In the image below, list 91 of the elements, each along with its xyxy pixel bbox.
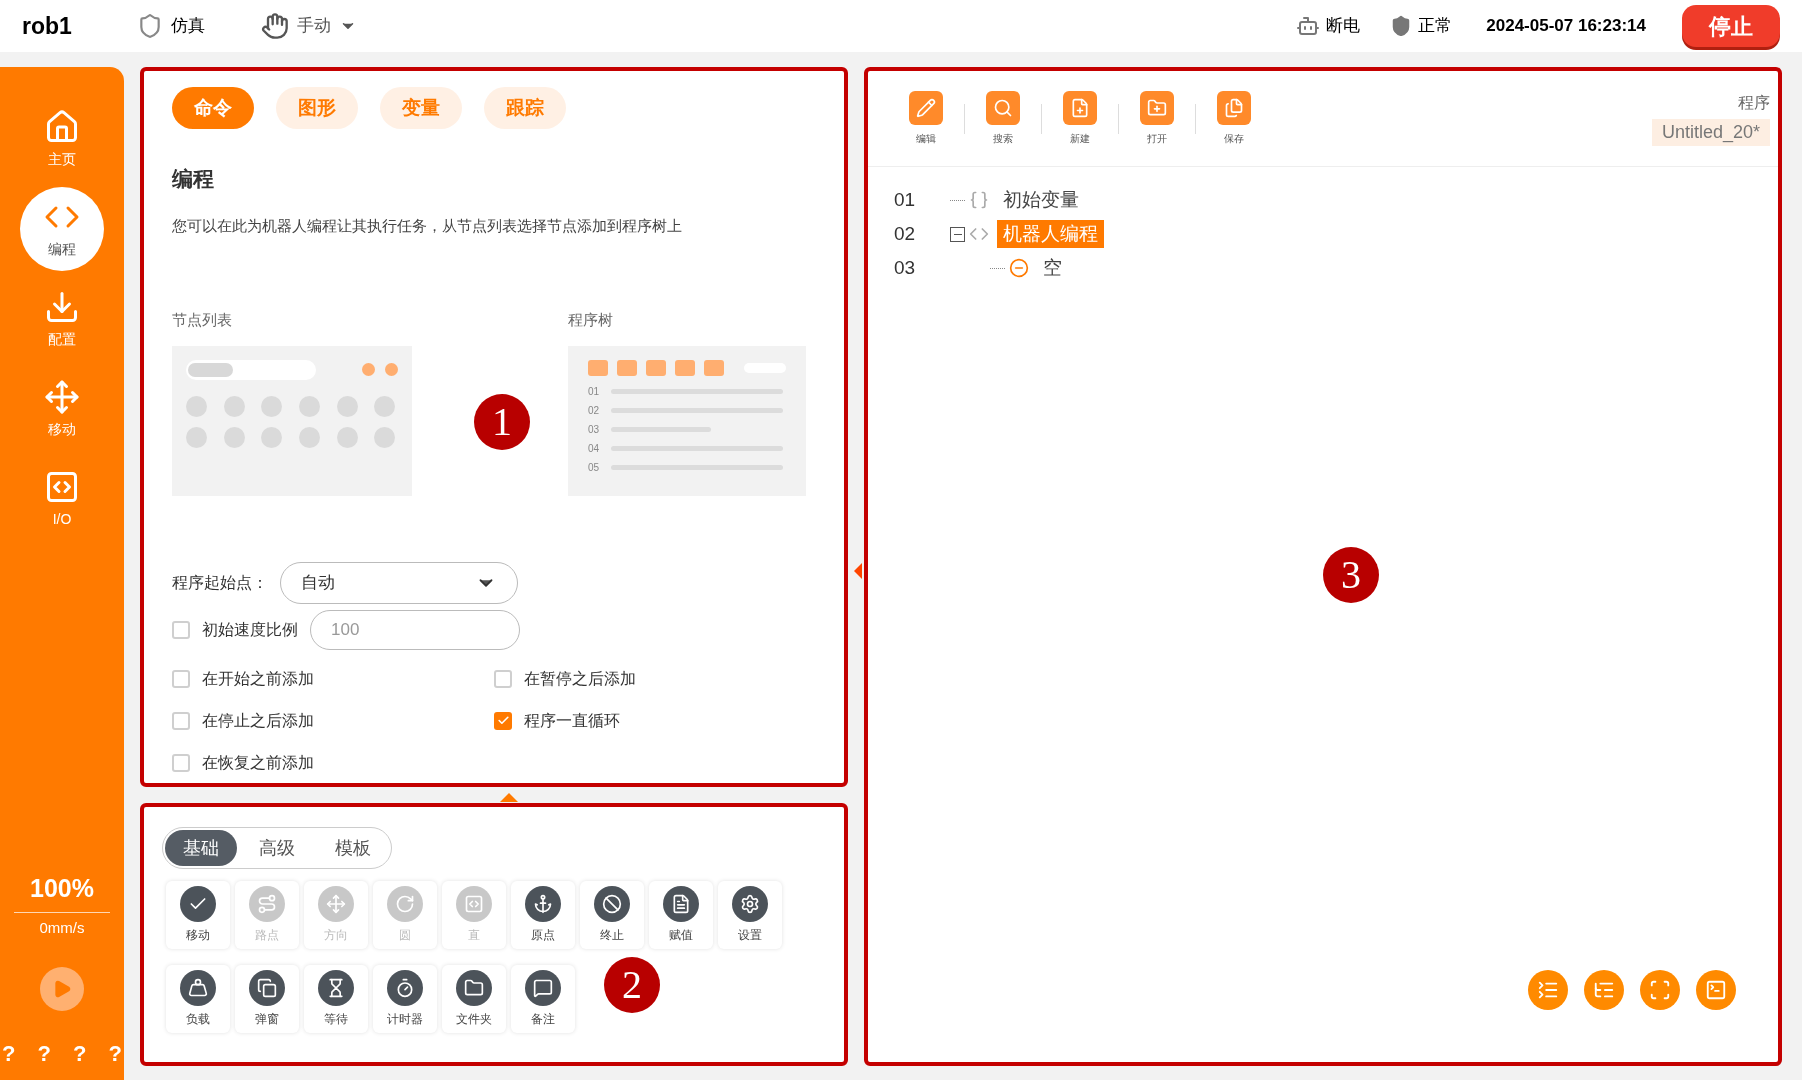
- sidebar-icon: [44, 378, 80, 415]
- toolbar-icon: [993, 98, 1013, 118]
- speed-percent: 100%: [30, 873, 94, 904]
- tab[interactable]: 基础: [165, 830, 237, 866]
- robot-name: rob1: [22, 11, 73, 41]
- option-label: 初始速度比例: [202, 619, 298, 640]
- toolbar-button[interactable]: 搜索: [981, 91, 1025, 146]
- shield-icon: [137, 13, 163, 39]
- tab[interactable]: 模板: [317, 830, 389, 866]
- datetime: 2024-05-07 16:23:14: [1486, 15, 1646, 38]
- line-number: 05: [588, 460, 600, 475]
- checkbox[interactable]: [172, 753, 190, 772]
- line-number: 03: [588, 422, 600, 437]
- toolbar-icon: [1147, 98, 1167, 118]
- node-item[interactable]: 负载: [166, 965, 230, 1033]
- mode-label: 仿真: [171, 15, 206, 38]
- node-item[interactable]: 设置: [718, 881, 782, 949]
- placeholder-block: [675, 359, 695, 376]
- view-button[interactable]: [1696, 970, 1736, 1010]
- hand-icon: [261, 12, 289, 40]
- control-mode-dropdown[interactable]: 手动: [297, 13, 357, 39]
- stop-button[interactable]: 停止: [1682, 5, 1780, 47]
- minus-icon: [1009, 258, 1029, 278]
- option-label: 程序一直循环: [524, 710, 620, 731]
- velocity: 0mm/s: [39, 917, 85, 938]
- node-item[interactable]: 终止: [580, 881, 644, 949]
- node-item[interactable]: 计时器: [373, 965, 437, 1033]
- option-label: 在开始之前添加: [202, 668, 314, 689]
- toolbar-icon: [916, 98, 936, 118]
- placeholder-block: [588, 359, 608, 376]
- line-number: 03: [894, 255, 917, 280]
- view-button[interactable]: [1528, 970, 1568, 1010]
- toolbar-button[interactable]: 编辑: [904, 91, 948, 146]
- node-item[interactable]: 弹窗: [235, 965, 299, 1033]
- checkbox[interactable]: [172, 620, 190, 639]
- play-icon: [52, 979, 72, 999]
- node-item[interactable]: 等待: [304, 965, 368, 1033]
- placeholder-pill: [188, 362, 233, 377]
- callout-marker: 3: [1323, 547, 1379, 603]
- toolbar-button[interactable]: 保存: [1212, 91, 1256, 146]
- tree-node[interactable]: 初始变量: [997, 185, 1085, 215]
- checkbox[interactable]: [172, 711, 190, 730]
- line-number: 02: [894, 221, 917, 246]
- toolbar-icon: [1224, 98, 1244, 118]
- up-triangle-icon: [500, 793, 518, 802]
- program-tree-label: 程序树: [568, 310, 614, 330]
- option-label: 在暂停之后添加: [524, 668, 636, 689]
- line-number: 04: [588, 441, 600, 456]
- placeholder-block: [617, 359, 637, 376]
- section-title: 编程: [172, 166, 215, 192]
- left-triangle-icon: [854, 563, 862, 579]
- checkbox[interactable]: [494, 669, 512, 688]
- toolbar-button[interactable]: 新建: [1058, 91, 1102, 146]
- list-icon: [1537, 979, 1559, 1001]
- callout-marker: 2: [604, 957, 660, 1013]
- placeholder-block: [646, 359, 666, 376]
- check-icon: [496, 714, 510, 727]
- placeholder-block: [704, 359, 724, 376]
- speed-ratio-field[interactable]: 100: [310, 609, 520, 650]
- start-point-label: 程序起始点：: [172, 572, 268, 593]
- sidebar-item[interactable]: 编程: [20, 187, 104, 271]
- node-item[interactable]: 移动: [166, 881, 230, 949]
- toolbar-button[interactable]: 打开: [1135, 91, 1179, 146]
- node-item[interactable]: 备注: [511, 965, 575, 1033]
- collapse-toggle[interactable]: [950, 226, 965, 242]
- node-item[interactable]: 赋值: [649, 881, 713, 949]
- program-label: 程序: [1738, 93, 1770, 113]
- program-name: Untitled_20*: [1651, 119, 1770, 146]
- node-item[interactable]: 原点: [511, 881, 575, 949]
- tab[interactable]: 高级: [241, 830, 313, 866]
- line-number: 01: [894, 187, 917, 212]
- sidebar-icon: [44, 108, 80, 145]
- node-item[interactable]: 文件夹: [442, 965, 506, 1033]
- power-status: 断电: [1326, 15, 1361, 38]
- play-button[interactable]: [40, 967, 84, 1011]
- line-number: 02: [588, 403, 600, 418]
- tree-node[interactable]: 空: [1037, 253, 1068, 283]
- safety-status: 正常: [1418, 15, 1453, 38]
- view-button[interactable]: [1640, 970, 1680, 1010]
- terminal-icon: [1705, 979, 1727, 1001]
- view-button[interactable]: [1584, 970, 1624, 1010]
- callout-marker: 1: [474, 394, 530, 450]
- node-list-label: 节点列表: [172, 310, 233, 330]
- description: 您可以在此为机器人编程让其执行任务，从节点列表选择节点添加到程序树上: [172, 215, 683, 236]
- line-number: 01: [588, 384, 600, 399]
- option-label: 在恢复之前添加: [202, 752, 314, 773]
- toolbar-icon: [1070, 98, 1090, 118]
- checkbox[interactable]: [494, 711, 512, 730]
- option-label: 在停止之后添加: [202, 710, 314, 731]
- scan-icon: [1649, 979, 1671, 1001]
- checkbox[interactable]: [172, 669, 190, 688]
